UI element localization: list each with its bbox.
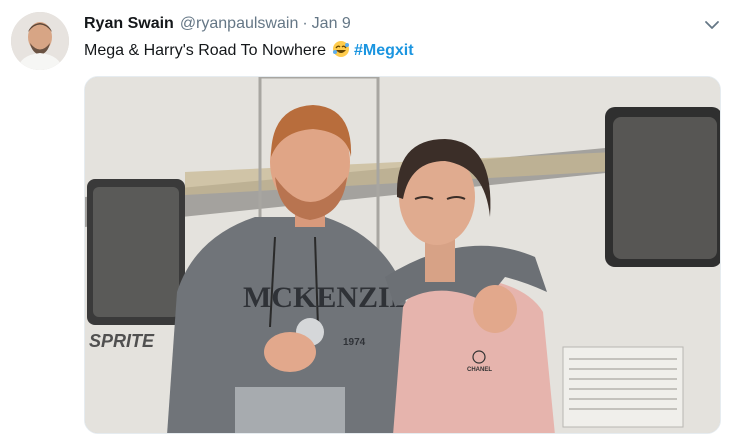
tweet-text: Mega & Harry's Road To Nowhere #Megxit (84, 40, 414, 62)
sweatshirt-text: MCKENZIE (243, 281, 410, 314)
chevron-down-icon[interactable] (703, 16, 721, 34)
photo-image: SPRITE MCKENZIE 1974 CHANEL (85, 77, 720, 433)
author-handle[interactable]: @ryanpaulswain (180, 15, 299, 32)
tweet-photo[interactable]: SPRITE MCKENZIE 1974 CHANEL (84, 76, 721, 434)
tweet-card[interactable]: Ryan Swain @ryanpaulswain · Jan 9 Mega & Ha… (0, 0, 740, 436)
tweet-body-text: Mega & Harry's Road To Nowhere (84, 42, 326, 59)
tweet-header: Ryan Swain @ryanpaulswain · Jan 9 (84, 13, 351, 35)
separator-dot: · (302, 15, 308, 32)
shirt-logo-text: CHANEL (467, 367, 492, 373)
rolling-on-floor-laughing-emoji (332, 40, 350, 58)
sweatshirt-year: 1974 (343, 337, 366, 348)
tweet-date[interactable]: Jan 9 (312, 15, 351, 32)
author-name[interactable]: Ryan Swain (84, 15, 174, 32)
hashtag-link[interactable]: #Megxit (354, 42, 414, 59)
avatar[interactable] (11, 12, 69, 70)
caravan-brand-text: SPRITE (89, 331, 155, 351)
avatar-image (11, 12, 69, 70)
